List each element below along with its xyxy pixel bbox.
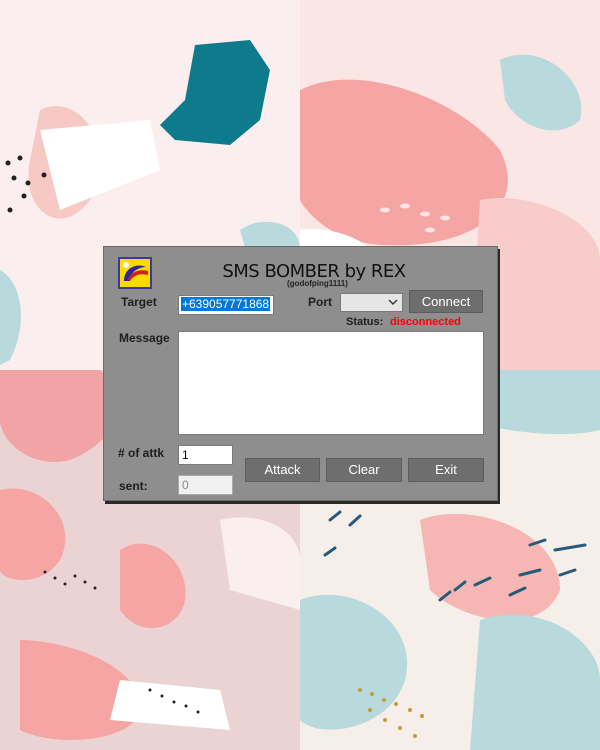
connect-button[interactable]: Connect — [409, 290, 483, 313]
attack-count-label: # of attk — [118, 446, 165, 460]
chevron-down-icon — [388, 299, 398, 305]
status-label: Status: — [346, 316, 384, 328]
clear-button[interactable]: Clear — [326, 458, 402, 482]
message-label: Message — [119, 331, 170, 345]
port-label: Port — [308, 295, 332, 309]
sms-bomber-window: SMS BOMBER by REX (godofping1111) Target… — [103, 246, 498, 501]
app-title-author: by REX — [339, 261, 407, 282]
status-value: disconnected — [390, 316, 461, 328]
target-input[interactable]: +639057771868 — [178, 295, 274, 315]
message-textarea[interactable] — [178, 331, 484, 435]
app-subtitle: (godofping1111) — [287, 279, 348, 288]
exit-button[interactable]: Exit — [408, 458, 484, 482]
attack-count-input[interactable]: 1 — [178, 445, 233, 465]
attack-button[interactable]: Attack — [245, 458, 320, 482]
sent-count-field: 0 — [178, 475, 233, 495]
target-input-value: +639057771868 — [181, 297, 271, 311]
sent-label: sent: — [119, 479, 148, 493]
target-label: Target — [121, 295, 157, 309]
port-select[interactable] — [340, 293, 403, 312]
